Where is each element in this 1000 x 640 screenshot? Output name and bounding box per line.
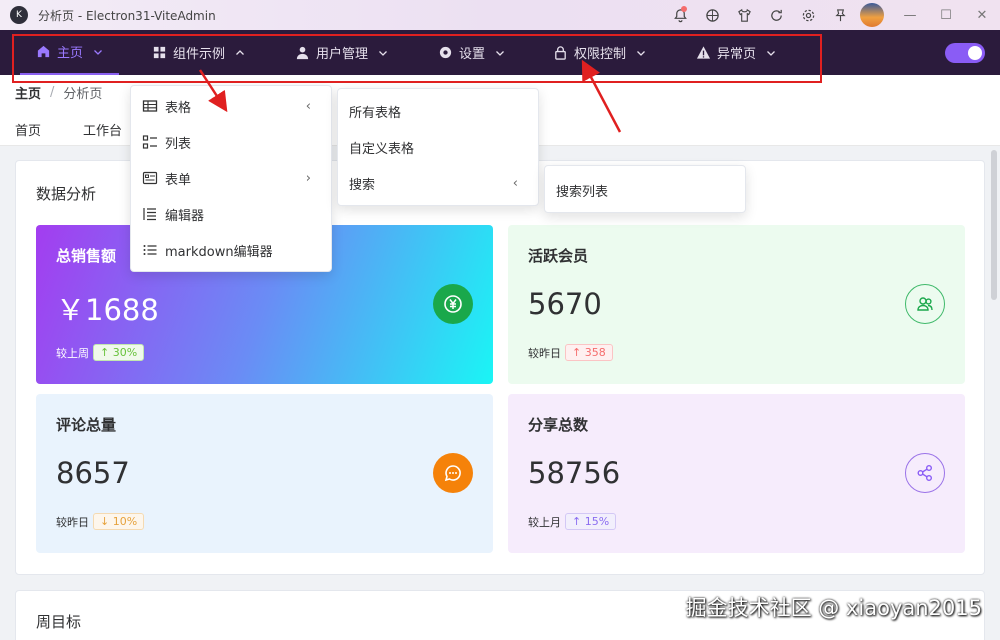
shirt-icon (737, 8, 751, 22)
stat-delta: 10% (112, 515, 138, 528)
skin-button[interactable] (728, 0, 760, 30)
status-badge: ↑ 15% (565, 513, 617, 530)
refresh-button[interactable] (760, 0, 792, 30)
window-title: 分析页 - Electron31-ViteAdmin (38, 8, 216, 23)
dropdown-item-label: 表单 (165, 172, 192, 188)
stat-compare-label: 较上周 (56, 346, 89, 360)
yuan-icon (433, 284, 473, 324)
close-button[interactable]: ✕ (964, 0, 1000, 30)
pin-icon (834, 8, 846, 21)
chevron-right-icon: › (305, 170, 311, 186)
tables-submenu: 所有表格 自定义表格 搜索 ‹ (337, 88, 539, 206)
card-title: 数据分析 (36, 185, 97, 203)
dropdown-item-form[interactable]: 表单 › (131, 160, 331, 196)
app-logo: K (10, 6, 28, 24)
stat-label: 评论总量 (56, 416, 117, 434)
status-badge: ↓ 10% (93, 513, 145, 530)
stat-value: 5670 (528, 287, 602, 321)
arrow-up-icon: ↑ (572, 515, 585, 528)
arrow-up-icon: ↑ (100, 346, 113, 359)
stat-compare-label: 较昨日 (528, 346, 561, 360)
stat-compare: 较上月 ↑ 15% (528, 513, 617, 530)
stat-compare: 较昨日 ↓ 10% (56, 513, 145, 530)
dropdown-item-search[interactable]: 搜索 ‹ (338, 165, 538, 201)
arrow-down-icon: ↓ (100, 515, 113, 528)
form-icon (142, 170, 158, 186)
table-icon (142, 98, 158, 114)
tag-workbench[interactable]: 工作台 (83, 120, 122, 139)
annotation-highlight-box (12, 34, 822, 83)
gear-icon (802, 9, 814, 21)
chat-icon (433, 453, 473, 493)
dropdown-item-label: 自定义表格 (349, 141, 415, 157)
tag-home[interactable]: 首页 (15, 120, 41, 139)
dropdown-item-label: 编辑器 (165, 208, 205, 224)
notification-button[interactable] (664, 0, 696, 30)
breadcrumb-current: 分析页 (63, 87, 103, 102)
close-icon: ✕ (976, 7, 988, 23)
dropdown-item-editor[interactable]: 编辑器 (131, 196, 331, 232)
chevron-left-icon: ‹ (305, 98, 311, 114)
stat-compare-label: 较上月 (528, 515, 561, 529)
dropdown-item-table[interactable]: 表格 ‹ (131, 88, 331, 124)
markdown-icon (142, 242, 158, 258)
stat-compare-label: 较昨日 (56, 515, 89, 529)
status-badge: ↑ 358 (565, 344, 613, 361)
stat-compare: 较昨日 ↑ 358 (528, 344, 613, 361)
stat-delta: 30% (112, 346, 138, 359)
pin-button[interactable] (824, 0, 856, 30)
dropdown-item-label: 搜索列表 (556, 184, 609, 200)
card-title: 周目标 (36, 613, 82, 631)
list-icon (142, 134, 158, 150)
palette-icon (705, 8, 719, 22)
theme-button[interactable] (696, 0, 728, 30)
avatar[interactable] (860, 3, 884, 27)
stat-card-members: 活跃会员 5670 较昨日 ↑ 358 (508, 225, 965, 384)
dropdown-item-label: 所有表格 (349, 105, 402, 121)
stat-card-comments: 评论总量 8657 较昨日 ↓ 10% (36, 394, 493, 553)
maximize-icon: ☐ (940, 7, 952, 23)
stat-label: 活跃会员 (528, 247, 589, 265)
stat-delta: 358 (584, 346, 606, 359)
components-dropdown: 表格 ‹ 列表 表单 › 编辑器 markdown编辑器 (130, 85, 332, 272)
dropdown-item-label: 列表 (165, 136, 192, 152)
dropdown-item-all-tables[interactable]: 所有表格 (338, 93, 538, 129)
minimize-button[interactable]: — (892, 0, 928, 30)
chevron-left-icon: ‹ (512, 175, 518, 191)
breadcrumb-root[interactable]: 主页 (15, 83, 41, 102)
stat-value: ￥1688 (56, 293, 159, 327)
arrow-up-icon: ↑ (572, 346, 585, 359)
editor-icon (142, 206, 158, 222)
notification-dot (681, 6, 687, 12)
watermark: 掘金技术社区 @ xiaoyan2015 (685, 596, 982, 620)
app-logo-text: K (16, 10, 22, 20)
page-scrollbar[interactable] (991, 150, 997, 300)
dropdown-item-search-list[interactable]: 搜索列表 (545, 172, 745, 208)
refresh-icon (770, 9, 782, 21)
settings-button[interactable] (792, 0, 824, 30)
dropdown-item-label: markdown编辑器 (165, 244, 273, 260)
minimize-icon: — (903, 7, 917, 23)
users-icon (905, 284, 945, 324)
stat-delta: 15% (584, 515, 610, 528)
stat-compare: 较上周 ↑ 30% (56, 344, 145, 361)
title-bar-actions: — ☐ ✕ (664, 0, 1000, 30)
stat-label: 分享总数 (528, 416, 589, 434)
status-badge: ↑ 30% (93, 344, 145, 361)
title-bar: K 分析页 - Electron31-ViteAdmin — ☐ ✕ (0, 0, 1000, 30)
stat-label: 总销售额 (56, 247, 117, 265)
dropdown-item-label: 表格 (165, 100, 192, 116)
dropdown-item-list[interactable]: 列表 (131, 124, 331, 160)
share-icon (905, 453, 945, 493)
search-submenu: 搜索列表 (544, 165, 746, 213)
stat-value: 58756 (528, 456, 621, 490)
breadcrumb-separator: / (50, 85, 55, 100)
dropdown-item-label: 搜索 (349, 177, 376, 193)
maximize-button[interactable]: ☐ (928, 0, 964, 30)
dropdown-item-markdown[interactable]: markdown编辑器 (131, 232, 331, 268)
dropdown-item-custom-table[interactable]: 自定义表格 (338, 129, 538, 165)
stat-value: 8657 (56, 456, 130, 490)
stat-card-shares: 分享总数 58756 较上月 ↑ 15% (508, 394, 965, 553)
dark-mode-toggle[interactable] (945, 43, 985, 63)
